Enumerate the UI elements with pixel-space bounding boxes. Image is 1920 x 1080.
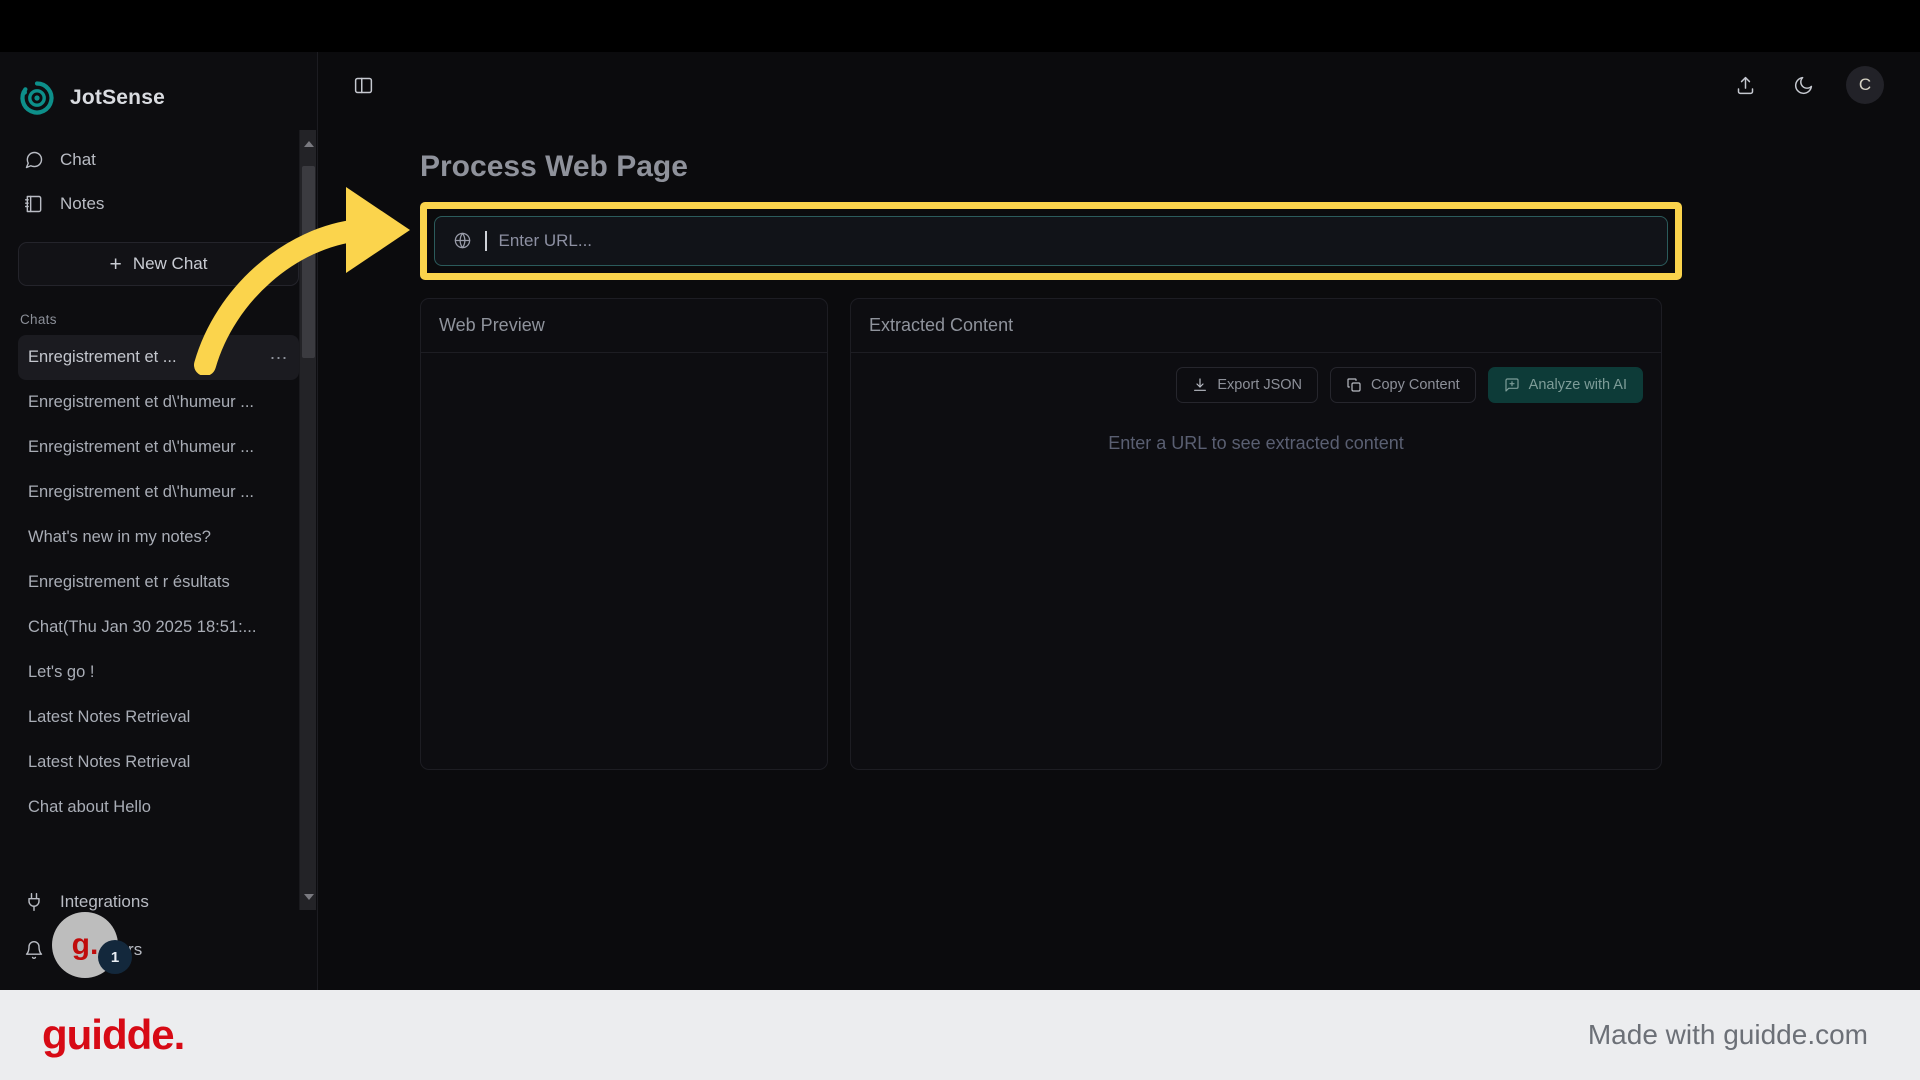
chat-list-item[interactable]: Chat about Hello	[18, 785, 299, 830]
brand: JotSense	[0, 52, 317, 124]
guidde-bubble-text: g.	[71, 928, 99, 961]
copy-content-label: Copy Content	[1371, 377, 1460, 393]
notebook-icon	[24, 194, 44, 214]
chat-list-item-label: What's new in my notes?	[28, 528, 211, 546]
new-chat-wrap: + New Chat	[0, 226, 317, 286]
sidebar-item-integrations[interactable]: Integrations	[18, 878, 299, 926]
sidebar-item-notes-label: Notes	[60, 194, 105, 213]
chat-list-item[interactable]: Enregistrement et ... ⋯	[18, 335, 299, 380]
guidde-logo: guidde.	[42, 1011, 185, 1058]
url-input[interactable]: Enter URL...	[434, 216, 1668, 266]
panels: Web Preview Extracted Content Export JSO…	[420, 298, 1884, 770]
bell-icon	[24, 940, 44, 960]
globe-icon	[453, 231, 473, 251]
main-content: Process Web Page Enter URL... Web Previe…	[318, 118, 1920, 770]
brand-name: JotSense	[70, 86, 165, 109]
export-json-button[interactable]: Export JSON	[1176, 367, 1318, 403]
main-area: C Process Web Page Enter URL... Web Prev…	[318, 52, 1920, 990]
new-chat-button[interactable]: + New Chat	[18, 242, 299, 286]
chat-list: Enregistrement et ... ⋯ Enregistrement e…	[0, 335, 317, 878]
web-preview-header: Web Preview	[421, 299, 827, 353]
chat-list-item-label: Chat about Hello	[28, 798, 151, 816]
topbar: C	[318, 52, 1920, 118]
copy-content-button[interactable]: Copy Content	[1330, 367, 1476, 403]
guidde-badge-count: 1	[110, 948, 120, 966]
extracted-content-panel: Extracted Content Export JSON Copy Conte…	[850, 298, 1662, 770]
chat-list-item-label: Enregistrement et d\'humeur ...	[28, 438, 255, 456]
sidebar-nav: Chat Notes	[0, 124, 317, 226]
url-input-highlight: Enter URL...	[420, 202, 1682, 280]
chat-list-item[interactable]: Enregistrement et d\'humeur ...	[18, 380, 299, 425]
sidebar-item-chat-label: Chat	[60, 150, 96, 169]
guidde-step-badge: 1	[98, 940, 132, 974]
sidebar-item-notes[interactable]: Notes	[18, 182, 299, 226]
web-preview-panel: Web Preview	[420, 298, 828, 770]
chat-list-item-label: Enregistrement et r ésultats	[28, 573, 230, 591]
message-square-icon	[24, 150, 44, 170]
url-input-placeholder: Enter URL...	[498, 231, 593, 250]
chat-list-item-label: Enregistrement et d\'humeur ...	[28, 393, 255, 411]
guidde-footer: guidde. Made with guidde.com	[0, 990, 1920, 1080]
extracted-content-body: Export JSON Copy Content Analyze with AI…	[851, 353, 1661, 769]
extracted-content-title: Extracted Content	[869, 315, 1014, 335]
made-with-guidde-text: Made with guidde.com	[1587, 1019, 1868, 1050]
scrollbar-thumb[interactable]	[302, 166, 315, 358]
scroll-down-arrow-icon[interactable]	[300, 888, 317, 905]
page-title: Process Web Page	[420, 150, 688, 183]
chat-list-item-label: Let's go !	[28, 663, 95, 681]
chat-list-item-label: Chat(Thu Jan 30 2025 18:51:...	[28, 618, 257, 636]
chat-list-item-label: Latest Notes Retrieval	[28, 753, 191, 771]
text-caret	[485, 231, 487, 251]
chat-list-item[interactable]: What's new in my notes?	[18, 515, 299, 560]
chat-list-item-label: Enregistrement et ...	[28, 348, 177, 366]
chat-list-item-label: Enregistrement et d\'humeur ...	[28, 483, 255, 501]
sidebar: JotSense Chat Notes + New Chat Chats Enr…	[0, 52, 318, 990]
analyze-with-ai-label: Analyze with AI	[1528, 377, 1627, 393]
chat-list-item[interactable]: Enregistrement et d\'humeur ...	[18, 470, 299, 515]
plug-icon	[24, 892, 44, 912]
web-preview-title: Web Preview	[439, 315, 545, 335]
chat-list-item[interactable]: Latest Notes Retrieval	[18, 740, 299, 785]
new-chat-label: New Chat	[132, 254, 208, 273]
jotsense-circle-logo-icon	[18, 79, 56, 117]
chat-list-item[interactable]: Chat(Thu Jan 30 2025 18:51:...	[18, 605, 299, 650]
export-json-label: Export JSON	[1217, 377, 1302, 393]
topbar-left	[348, 70, 378, 100]
analyze-with-ai-button[interactable]: Analyze with AI	[1487, 367, 1643, 403]
chat-list-item[interactable]: Latest Notes Retrieval	[18, 695, 299, 740]
chat-list-item-label: Latest Notes Retrieval	[28, 708, 191, 726]
sidebar-item-integrations-label: Integrations	[60, 892, 149, 911]
download-icon	[1192, 377, 1208, 393]
extracted-content-actions: Export JSON Copy Content Analyze with AI	[851, 353, 1661, 403]
avatar-initial: C	[1858, 75, 1872, 94]
plus-icon: +	[109, 252, 122, 276]
extracted-content-header: Extracted Content	[851, 299, 1661, 353]
screenshot-root: JotSense Chat Notes + New Chat Chats Enr…	[0, 0, 1920, 1080]
moon-icon[interactable]	[1788, 70, 1818, 100]
message-square-plus-icon	[1504, 377, 1520, 393]
upload-share-icon[interactable]	[1730, 70, 1760, 100]
sidebar-bottom: Integrations Reminders	[0, 878, 317, 990]
topbar-right: C	[1730, 66, 1884, 104]
chat-list-item[interactable]: Enregistrement et r ésultats	[18, 560, 299, 605]
chat-list-item[interactable]: Let's go !	[18, 650, 299, 695]
extracted-content-empty-message: Enter a URL to see extracted content	[1108, 433, 1404, 453]
copy-icon	[1346, 377, 1362, 393]
chats-section-label: Chats	[20, 312, 57, 327]
scroll-up-arrow-icon[interactable]	[300, 135, 317, 152]
chat-list-item[interactable]: Enregistrement et d\'humeur ...	[18, 425, 299, 470]
sidebar-scrollbar[interactable]	[299, 130, 316, 910]
app-shell: JotSense Chat Notes + New Chat Chats Enr…	[0, 52, 1920, 990]
panel-toggle-icon[interactable]	[348, 70, 378, 100]
sidebar-item-chat[interactable]: Chat	[18, 138, 299, 182]
ellipsis-icon[interactable]: ⋯	[270, 349, 290, 367]
window-top-strip	[0, 0, 1920, 52]
web-preview-body	[421, 353, 827, 769]
avatar[interactable]: C	[1846, 66, 1884, 104]
